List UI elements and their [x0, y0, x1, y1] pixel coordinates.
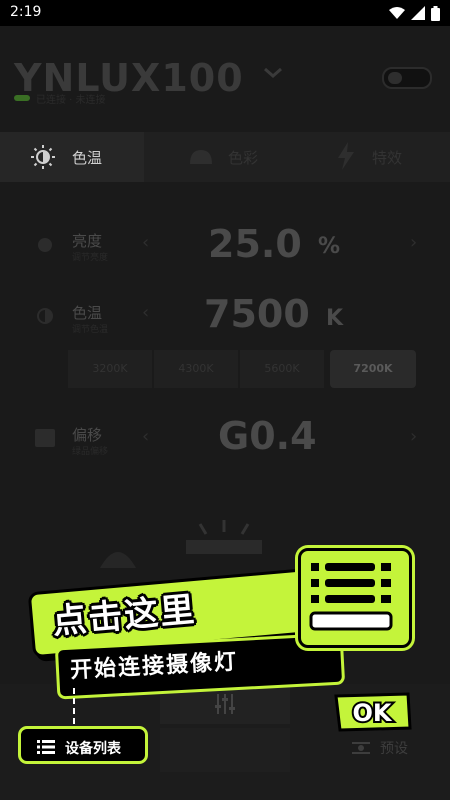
preset-7200k[interactable]: 7200K: [330, 350, 416, 388]
connection-status-text: 已连接 · 未连接: [36, 95, 106, 106]
preset-3200k[interactable]: 3200K: [68, 350, 152, 388]
preset-icon[interactable]: [350, 738, 372, 758]
brightness-label: 亮度: [72, 232, 103, 250]
wifi-icon: [389, 7, 405, 19]
sun-icon: [31, 145, 55, 169]
tab-effects[interactable]: 特效: [320, 132, 450, 182]
lightning-icon: [338, 142, 354, 170]
brightness-value: 25.0: [208, 222, 302, 266]
ok-label: OK: [353, 699, 393, 727]
tab-color-temp-label: 色温: [72, 149, 103, 167]
pointer-dashed-line: [73, 688, 75, 724]
list-document-icon: [309, 563, 393, 631]
app-screen: 2:19 YNLUX100 已连接 · 未连接 色温 色彩 特效 亮度 调节亮度…: [0, 0, 450, 800]
color-temp-value: 7500: [204, 292, 310, 336]
palette-icon: [190, 150, 212, 164]
color-temp-sub: 调节色温: [72, 325, 109, 335]
color-temp-unit: K: [326, 306, 344, 331]
connection-status-dot: [14, 95, 30, 101]
signal-icon: [411, 6, 425, 20]
preset-5600k[interactable]: 5600K: [240, 350, 324, 388]
battery-icon: [431, 5, 440, 21]
tab-color-label: 色彩: [228, 149, 259, 167]
offset-increase-button[interactable]: ›: [410, 426, 417, 447]
list-icon: [37, 740, 55, 754]
power-toggle[interactable]: [382, 67, 432, 89]
tab-color-temp[interactable]: 色温: [0, 132, 144, 182]
brightness-decrease-button[interactable]: ‹: [142, 232, 149, 253]
tab-effects-label: 特效: [372, 149, 403, 167]
brightness-icon: [38, 238, 52, 252]
mode-tab-bar: 色温 色彩 特效: [0, 132, 450, 182]
ok-badge[interactable]: OK: [332, 692, 412, 732]
preset-4300k[interactable]: 4300K: [154, 350, 238, 388]
offset-label: 偏移: [72, 426, 103, 444]
chevron-down-icon[interactable]: [262, 66, 284, 80]
brightness-unit: %: [318, 234, 341, 259]
color-temp-icon: [37, 308, 53, 324]
status-icons: [389, 5, 440, 21]
offset-icon: [35, 429, 55, 447]
offset-sub: 绿品偏移: [72, 447, 109, 457]
status-time: 2:19: [10, 4, 42, 20]
device-list-illustration: [298, 548, 412, 648]
device-list-label: 设备列表: [65, 741, 121, 757]
brightness-sub: 调节亮度: [72, 253, 109, 263]
status-bar: 2:19: [0, 0, 450, 26]
offset-decrease-button[interactable]: ‹: [142, 426, 149, 447]
brightness-increase-button[interactable]: ›: [410, 232, 417, 253]
color-temp-preset-bar: 3200K 4300K 5600K 7200K: [68, 350, 416, 388]
tab-color[interactable]: 色彩: [170, 132, 290, 182]
sliders-icon: [215, 694, 235, 714]
offset-value: G0.4: [218, 414, 317, 458]
nav-tab-center[interactable]: [160, 728, 290, 772]
color-temp-label: 色温: [72, 304, 103, 322]
nav-preset-label[interactable]: 预设: [380, 738, 408, 758]
color-temp-decrease-button[interactable]: ‹: [142, 302, 149, 323]
power-toggle-knob: [388, 72, 402, 84]
device-list-button[interactable]: 设备列表: [18, 726, 148, 764]
